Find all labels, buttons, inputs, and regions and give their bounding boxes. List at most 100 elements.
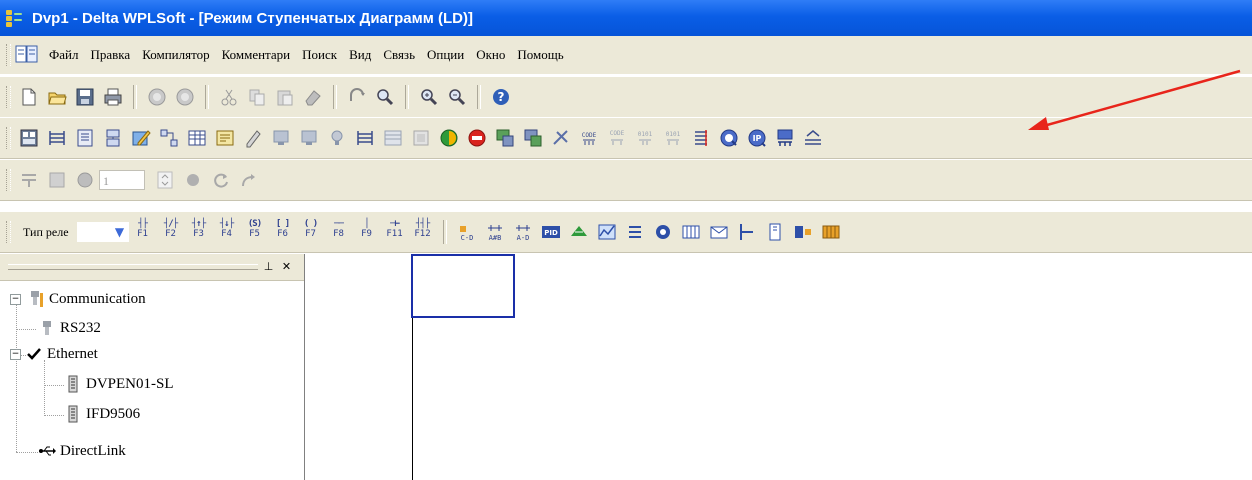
zoom-out-icon[interactable] [447, 87, 467, 107]
document-menu-icon[interactable] [15, 44, 39, 66]
f4-contact-falling-button[interactable]: ┤↓├ F4 [216, 219, 238, 245]
refresh-icon[interactable] [211, 170, 231, 190]
f7-output-coil-button[interactable]: ( ) F7 [300, 219, 322, 245]
spin-buttons-icon[interactable] [155, 170, 175, 190]
f8-horizontal-line-button[interactable]: ── F8 [328, 219, 350, 245]
ad-contact-icon[interactable]: A-D [513, 222, 533, 242]
binary-code-icon[interactable]: 0101 [635, 128, 655, 148]
menubar-grip[interactable] [6, 44, 11, 66]
list-wizard-icon[interactable] [625, 222, 645, 242]
menu-compiler[interactable]: Компилятор [136, 47, 215, 63]
toolbar-grip[interactable] [6, 86, 11, 108]
io-card-icon[interactable] [793, 222, 813, 242]
menu-options[interactable]: Опции [421, 47, 470, 63]
undo-icon[interactable] [147, 87, 167, 107]
open-folder-icon[interactable] [47, 87, 67, 107]
monitor-stop-icon[interactable] [299, 128, 319, 148]
run-icon[interactable] [439, 128, 459, 148]
position-icon[interactable] [653, 222, 673, 242]
tree-node-ethernet[interactable]: − Ethernet [10, 345, 98, 363]
io-block-icon[interactable] [821, 222, 841, 242]
toolbar-grip[interactable] [6, 127, 11, 149]
menu-help[interactable]: Помощь [511, 47, 569, 63]
edit-comment-icon[interactable] [131, 128, 151, 148]
f6-application-button[interactable]: [ ] F6 [272, 219, 294, 245]
tree-node-rs232[interactable]: RS232 [38, 319, 101, 337]
search-icon[interactable] [375, 87, 395, 107]
paste-icon[interactable] [275, 87, 295, 107]
network-wizard-icon[interactable] [569, 222, 589, 242]
f1-contact-no-button[interactable]: ┤├ F1 [132, 219, 154, 245]
collapse-icon[interactable]: − [10, 293, 21, 305]
save-icon[interactable] [75, 87, 95, 107]
force-icon[interactable] [19, 170, 39, 190]
write-to-plc-icon[interactable] [495, 128, 515, 148]
redo-icon[interactable] [175, 87, 195, 107]
ladder-mode-icon[interactable] [47, 128, 67, 148]
network-icon[interactable] [159, 128, 179, 148]
ladder-monitor-icon[interactable] [355, 128, 375, 148]
menu-file[interactable]: Файл [43, 47, 85, 63]
eraser-icon[interactable] [303, 87, 323, 107]
panel-grip[interactable] [8, 264, 258, 270]
pid-icon[interactable]: PID [541, 222, 561, 242]
read-from-plc-icon[interactable] [523, 128, 543, 148]
chevron-down-icon[interactable]: ▼ [112, 223, 128, 241]
app-icon[interactable] [6, 9, 24, 27]
ladder-diagram-editor[interactable] [305, 254, 1252, 480]
menu-view[interactable]: Вид [343, 47, 377, 63]
menu-comments[interactable]: Комментари [216, 47, 297, 63]
status-icon[interactable] [75, 170, 95, 190]
ethernet-device-icon[interactable] [803, 128, 823, 148]
tree-node-dvpen01[interactable]: DVPEN01-SL [66, 375, 174, 393]
jump-icon[interactable] [239, 170, 259, 190]
f9-vertical-line-button[interactable]: │ F9 [356, 219, 378, 245]
trend-icon[interactable] [597, 222, 617, 242]
sfc-mode-icon[interactable] [103, 128, 123, 148]
record-icon[interactable] [183, 170, 203, 190]
tree-node-communication[interactable]: − Communication [10, 289, 146, 309]
ab-contact-icon[interactable]: A#B [485, 222, 505, 242]
online-monitor-icon[interactable] [719, 128, 739, 148]
compare-icon[interactable] [551, 128, 571, 148]
step-value-field[interactable]: 1 [99, 170, 145, 190]
f12-parallel-branch-button[interactable]: ┤┤├ F12 [412, 219, 434, 245]
find-next-icon[interactable] [347, 87, 367, 107]
compare-contact-icon[interactable]: C-D [457, 222, 477, 242]
mail-icon[interactable] [709, 222, 729, 242]
io-table-icon[interactable] [681, 222, 701, 242]
collapse-icon[interactable]: − [10, 348, 21, 360]
copy-icon[interactable] [247, 87, 267, 107]
menu-search[interactable]: Поиск [296, 47, 343, 63]
menu-edit[interactable]: Правка [85, 47, 137, 63]
program-edit-icon[interactable] [243, 128, 263, 148]
module-icon[interactable] [765, 222, 785, 242]
communication-setting-icon[interactable] [775, 128, 795, 148]
bulb-icon[interactable] [327, 128, 347, 148]
axis-icon[interactable] [737, 222, 757, 242]
register-monitor-icon[interactable] [411, 128, 431, 148]
io-monitor-icon[interactable] [19, 128, 39, 148]
close-icon[interactable]: ✕ [280, 260, 293, 273]
sort-icon[interactable] [691, 128, 711, 148]
relay-type-select[interactable]: ▼ [76, 222, 129, 242]
tree-node-ifd9506[interactable]: IFD9506 [66, 405, 140, 423]
table-icon[interactable] [187, 128, 207, 148]
ld-code-icon[interactable]: CODE [607, 128, 627, 148]
f3-contact-rising-button[interactable]: ┤↑├ F3 [188, 219, 210, 245]
device-comment-icon[interactable] [215, 128, 235, 148]
zoom-in-icon[interactable] [419, 87, 439, 107]
new-file-icon[interactable] [19, 87, 39, 107]
device-window-icon[interactable] [47, 170, 67, 190]
ladder-cursor[interactable] [411, 254, 515, 318]
ip-search-icon[interactable]: IP [747, 128, 767, 148]
pin-icon[interactable]: ⊥ [262, 260, 275, 273]
menu-window[interactable]: Окно [470, 47, 511, 63]
cut-icon[interactable] [219, 87, 239, 107]
f11-invert-button[interactable]: ─⊢ F11 [384, 219, 406, 245]
decode-icon[interactable]: 0101 [663, 128, 683, 148]
help-icon[interactable]: ? [491, 87, 511, 107]
menu-communication[interactable]: Связь [377, 47, 421, 63]
f5-coil-set-button[interactable]: (S) F5 [244, 219, 266, 245]
instruction-mode-icon[interactable] [75, 128, 95, 148]
